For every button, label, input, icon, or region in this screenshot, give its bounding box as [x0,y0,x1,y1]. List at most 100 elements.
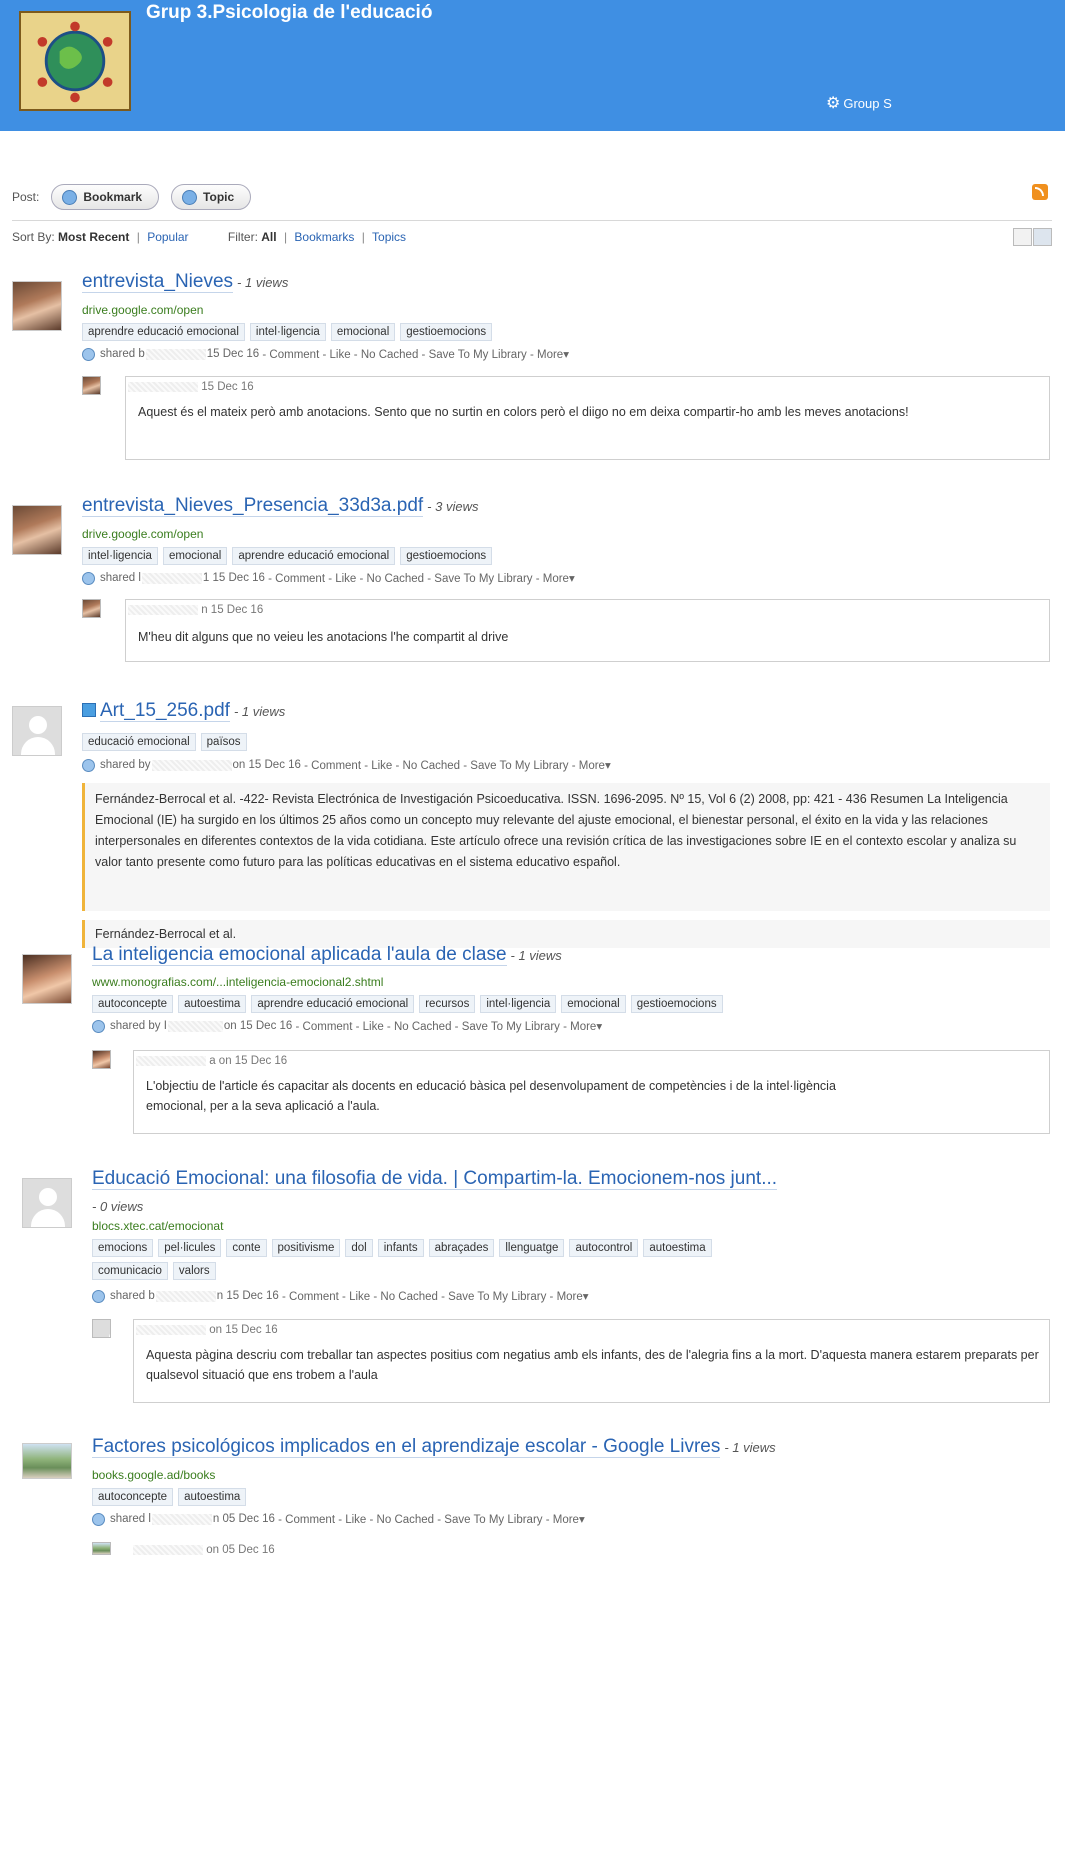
tag[interactable]: recursos [419,995,476,1013]
shared-date: n 05 Dec 16 [212,1513,275,1525]
tag[interactable]: educació emocional [82,733,196,751]
comment-avatar[interactable] [92,1050,111,1069]
tag[interactable]: gestioemocions [630,995,723,1013]
tag[interactable]: autoconcepte [92,1488,174,1506]
item-meta: shared l 1 15 Dec 16 - Comment - Like - … [82,571,575,585]
comment-header: a on 15 Dec 16 [136,1055,287,1067]
user-avatar[interactable] [12,281,62,331]
tag[interactable]: aprendre educació emocional [232,547,396,565]
tag[interactable]: infants [377,1239,424,1257]
shared-by-label: shared b [110,1290,155,1302]
list-view-icon[interactable] [1013,228,1032,246]
document-icon [82,702,96,717]
item-url[interactable]: drive.google.com/open [82,527,203,541]
item-actions[interactable]: - Comment - Like - No Cached - Save To M… [278,1512,585,1526]
shared-by-label: shared l [110,1513,151,1525]
filter-label: Filter: [227,230,258,244]
tag[interactable]: pel·licules [158,1239,222,1257]
tag[interactable]: emocional [330,323,396,341]
user-avatar[interactable] [22,954,72,1004]
comment-text: Aquesta pàgina descriu com treballar tan… [146,1348,1039,1382]
bookmark-button[interactable]: Bookmark [51,184,160,210]
item-views: - 1 views [510,948,562,963]
comment-avatar[interactable] [92,1319,111,1338]
tag[interactable]: valors [172,1262,216,1280]
tag[interactable]: aprendre educació emocional [82,323,245,341]
item-title-row: Art_15_256.pdf - 1 views [82,700,285,722]
item-views: - 1 views [724,1440,776,1455]
user-avatar[interactable] [22,1178,72,1228]
tag[interactable]: positivisme [271,1239,341,1257]
item-url[interactable]: books.google.ad/books [92,1468,215,1482]
item-url[interactable]: drive.google.com/open [82,303,203,317]
redacted-user [155,1290,216,1302]
expanded-view-icon[interactable] [1033,228,1052,246]
item-actions[interactable]: - Comment - Like - No Cached - Save To M… [282,1289,589,1303]
shared-date: on 15 Dec 16 [223,1020,293,1032]
tag[interactable]: autoestima [643,1239,712,1257]
filter-topics[interactable]: Topics [372,230,406,244]
tag[interactable]: emocions [92,1239,154,1257]
item-tags: autoconcepte autoestima [92,1488,251,1506]
filter-bookmarks[interactable]: Bookmarks [294,230,354,244]
item-actions[interactable]: - Comment - Like - No Cached - Save To M… [304,758,611,772]
user-avatar[interactable] [12,706,62,756]
view-toggle [1012,228,1052,246]
item-url[interactable]: blocs.xtec.cat/emocionat [92,1219,223,1233]
item-title-link[interactable]: Factores psicológicos implicados en el a… [92,1436,721,1458]
globe-logo-icon[interactable] [19,11,131,111]
tag[interactable]: intel·ligencia [82,547,158,565]
tag[interactable]: comunicacio [92,1262,168,1280]
bookmark-icon [62,189,78,205]
tag[interactable]: gestioemocions [400,547,493,565]
filter-all[interactable]: All [261,230,276,244]
item-url[interactable]: www.monografias.com/...inteligencia-emoc… [92,975,383,989]
tag[interactable]: intel·ligencia [249,323,326,341]
tag[interactable]: abraçades [428,1239,495,1257]
item-actions[interactable]: - Comment - Like - No Cached - Save To M… [262,347,569,361]
tag[interactable]: països [200,733,247,751]
tag[interactable]: autoconcepte [92,995,174,1013]
item-title-link[interactable]: entrevista_Nieves [82,271,234,293]
item-meta: shared by on 15 Dec 16 - Comment - Like … [82,758,611,772]
topic-button[interactable]: Topic [171,184,252,210]
rss-icon[interactable] [1032,184,1048,200]
item-views: - 1 views [237,275,289,290]
group-settings-link[interactable]: ⚙ Group S [826,93,892,113]
comment-avatar[interactable] [92,1542,111,1555]
item-title-link[interactable]: entrevista_Nieves_Presencia_33d3a.pdf [82,495,424,517]
sort-bar: Sort By: Most Recent | Popular Filter: A… [12,230,406,244]
comment-avatar[interactable] [82,599,101,618]
item-title-row: Factores psicológicos implicados en el a… [92,1436,776,1458]
tag[interactable]: conte [226,1239,267,1257]
tag[interactable]: emocional [561,995,626,1013]
user-avatar[interactable] [12,505,62,555]
tag[interactable]: autocontrol [569,1239,639,1257]
tag[interactable]: dol [345,1239,373,1257]
gear-icon: ⚙ [826,95,841,112]
tag[interactable]: emocional [162,547,228,565]
redacted-user [136,1055,206,1066]
comment-avatar[interactable] [82,376,101,395]
item-actions[interactable]: - Comment - Like - No Cached - Save To M… [296,1019,603,1033]
comment-text: Aquest és el mateix però amb anotacions.… [138,405,909,419]
tag[interactable]: aprendre educació emocional [251,995,415,1013]
tag[interactable]: autoestima [178,1488,247,1506]
item-title-link[interactable]: La inteligencia emocional aplicada l'aul… [92,944,507,966]
item-meta: shared b n 15 Dec 16 - Comment - Like - … [92,1289,589,1303]
sort-popular[interactable]: Popular [147,230,188,244]
item-actions[interactable]: - Comment - Like - No Cached - Save To M… [268,571,575,585]
item-tags: autoconcepte autoestima aprendre educació … [92,995,728,1013]
topic-button-label: Topic [203,190,235,204]
user-avatar[interactable] [22,1443,72,1479]
tag[interactable]: gestioemocions [400,323,493,341]
item-title-link[interactable]: Educació Emocional: una filosofia de vid… [92,1168,778,1190]
item-title-row: La inteligencia emocional aplicada l'aul… [92,944,562,966]
redacted-user [141,572,202,584]
comment-header: n 15 Dec 16 [128,604,263,616]
tag[interactable]: intel·ligencia [480,995,557,1013]
sort-most-recent[interactable]: Most Recent [58,230,129,244]
tag[interactable]: llenguatge [499,1239,565,1257]
tag[interactable]: autoestima [178,995,247,1013]
item-title-link[interactable]: Art_15_256.pdf [100,700,230,722]
